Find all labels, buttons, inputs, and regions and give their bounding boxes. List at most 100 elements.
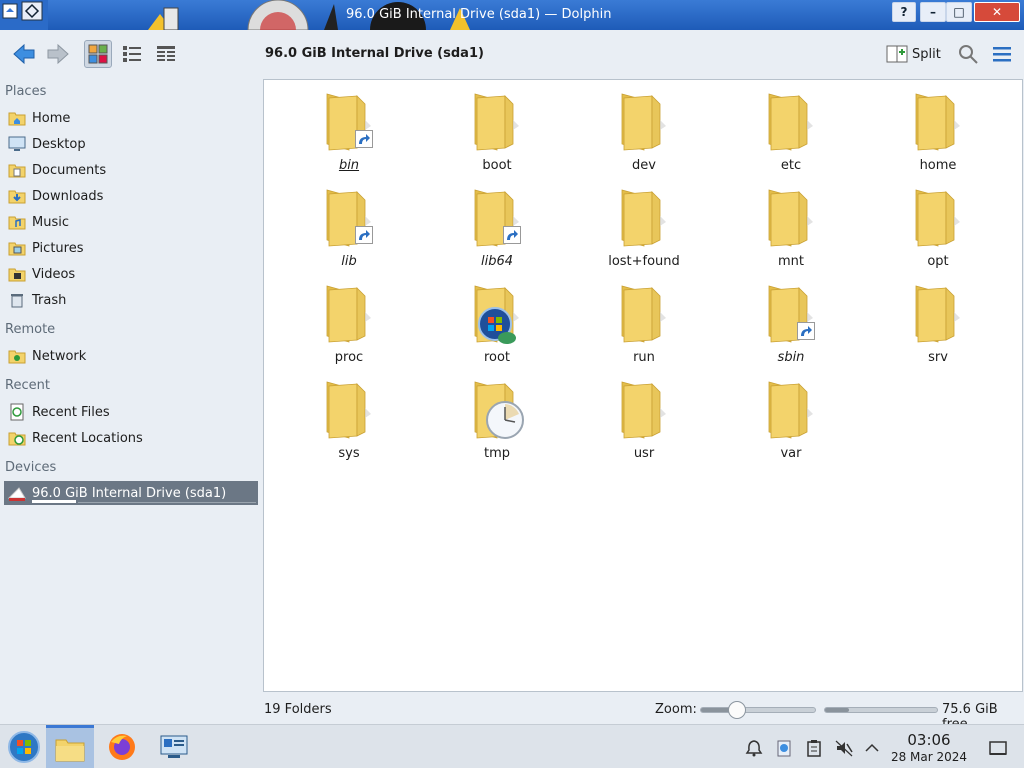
folder-label: bin	[338, 158, 360, 173]
zoom-slider[interactable]	[700, 701, 816, 719]
folder-count: 19 Folders	[264, 702, 332, 717]
sidebar-item-recent-files[interactable]: Recent Files	[4, 400, 258, 424]
folder-item-lib[interactable]: lib	[294, 180, 404, 272]
task-firefox[interactable]	[98, 725, 146, 768]
free-space-bar-fill	[825, 708, 849, 712]
folder-icon	[614, 378, 674, 440]
devices-header: Devices	[5, 460, 57, 475]
arrow-right-icon	[47, 43, 69, 65]
folder-icon	[908, 282, 968, 344]
toolbar: 96.0 GiB Internal Drive (sda1) Split	[0, 30, 1024, 78]
file-view[interactable]: bin boot dev etc home lib lib64 lost+found mnt op…	[263, 79, 1023, 692]
search-button[interactable]	[954, 40, 982, 68]
compact-view-button[interactable]	[152, 40, 180, 68]
sidebar-item-desktop[interactable]: Desktop	[4, 132, 258, 156]
folder-label: lib	[341, 254, 357, 269]
clock-time: 03:06	[907, 731, 951, 749]
forward-button[interactable]	[44, 40, 72, 68]
split-view-icon	[886, 45, 908, 63]
compact-view-icon	[157, 46, 175, 61]
system-settings-icon	[160, 735, 188, 758]
folder-item-opt[interactable]: opt	[883, 180, 993, 272]
sidebar-item-downloads[interactable]: Downloads	[4, 184, 258, 208]
windows-logo-icon	[477, 306, 517, 346]
folder-icon	[467, 378, 527, 440]
folder-item-srv[interactable]: srv	[883, 276, 993, 368]
clipboard-tray[interactable]	[803, 737, 825, 759]
folder-item-root[interactable]: root	[442, 276, 552, 368]
sidebar-item-internal-drive[interactable]: 96.0 GiB Internal Drive (sda1)	[4, 481, 258, 505]
folder-item-boot[interactable]: boot	[442, 84, 552, 176]
title-bar[interactable]: 96.0 GiB Internal Drive (sda1) — Dolphin…	[0, 0, 1024, 30]
sidebar-item-label: Desktop	[32, 136, 86, 152]
sidebar-item-label: Trash	[32, 292, 67, 308]
folder-label: etc	[780, 158, 802, 173]
symlink-arrow-icon	[503, 226, 521, 244]
folder-label: boot	[482, 158, 512, 173]
digital-clock[interactable]: 03:06 28 Mar 2024	[884, 731, 974, 764]
folder-label: var	[780, 446, 802, 461]
show-desktop-button[interactable]	[987, 737, 1009, 759]
folder-item-usr[interactable]: usr	[589, 372, 699, 464]
folder-label: home	[919, 158, 957, 173]
desktop-icon	[6, 133, 28, 155]
pictures-folder-icon	[6, 237, 28, 259]
help-button[interactable]: ?	[892, 2, 916, 22]
back-button[interactable]	[10, 40, 38, 68]
folder-item-tmp[interactable]: tmp	[442, 372, 552, 464]
clock-date: 28 Mar 2024	[890, 750, 968, 764]
updates-tray[interactable]	[773, 737, 795, 759]
symlink-arrow-icon	[355, 226, 373, 244]
sidebar-item-recent-locations[interactable]: Recent Locations	[4, 426, 258, 450]
window-app-icon[interactable]	[0, 0, 48, 30]
maximize-button[interactable]: □	[946, 2, 972, 22]
sidebar-item-network[interactable]: Network	[4, 344, 258, 368]
folder-item-bin[interactable]: bin	[294, 84, 404, 176]
search-icon	[959, 45, 978, 64]
folder-item-mnt[interactable]: mnt	[736, 180, 846, 272]
details-view-button[interactable]	[118, 40, 146, 68]
folder-item-proc[interactable]: proc	[294, 276, 404, 368]
folder-icon	[319, 282, 379, 344]
task-system-settings[interactable]	[150, 725, 198, 768]
folder-item-sbin[interactable]: sbin	[736, 276, 846, 368]
sidebar-item-videos[interactable]: Videos	[4, 262, 258, 286]
sidebar-item-pictures[interactable]: Pictures	[4, 236, 258, 260]
volume-tray[interactable]	[833, 737, 855, 759]
free-space-bar	[824, 707, 938, 713]
folder-item-etc[interactable]: etc	[736, 84, 846, 176]
minimize-button[interactable]: –	[920, 2, 946, 22]
status-bar: 19 Folders Zoom: 75.6 GiB free	[0, 694, 1024, 732]
split-button[interactable]: Split	[886, 42, 941, 66]
sidebar-item-label: Pictures	[32, 240, 84, 256]
sidebar-item-music[interactable]: Music	[4, 210, 258, 234]
start-menu-button[interactable]	[0, 725, 48, 768]
start-orb-icon	[8, 731, 40, 763]
close-button[interactable]: ✕	[974, 2, 1020, 22]
folder-item-var[interactable]: var	[736, 372, 846, 464]
folder-item-lib64[interactable]: lib64	[442, 180, 552, 272]
sidebar-item-trash[interactable]: Trash	[4, 288, 258, 312]
folder-label: lib64	[480, 254, 514, 269]
location-title: 96.0 GiB Internal Drive (sda1)	[265, 46, 484, 61]
notifications-tray[interactable]	[743, 737, 765, 759]
sidebar-item-documents[interactable]: Documents	[4, 158, 258, 182]
show-hidden-tray-button[interactable]	[861, 737, 883, 759]
folder-icon	[55, 739, 85, 761]
folder-item-run[interactable]: run	[589, 276, 699, 368]
icons-view-button[interactable]	[84, 40, 112, 68]
folder-item-dev[interactable]: dev	[589, 84, 699, 176]
menu-button[interactable]	[988, 40, 1016, 68]
folder-item-lost-found[interactable]: lost+found	[589, 180, 699, 272]
folder-item-sys[interactable]: sys	[294, 372, 404, 464]
sidebar-item-home[interactable]: Home	[4, 106, 258, 130]
folder-item-home[interactable]: home	[883, 84, 993, 176]
task-dolphin[interactable]	[46, 725, 94, 768]
window-menu-area	[0, 0, 48, 30]
folder-label: srv	[928, 350, 948, 365]
sidebar-item-label: Documents	[32, 162, 107, 178]
zoom-slider-handle[interactable]	[728, 701, 746, 719]
symlink-arrow-icon	[355, 130, 373, 148]
folder-label: sbin	[777, 350, 805, 365]
home-folder-icon	[6, 107, 28, 129]
